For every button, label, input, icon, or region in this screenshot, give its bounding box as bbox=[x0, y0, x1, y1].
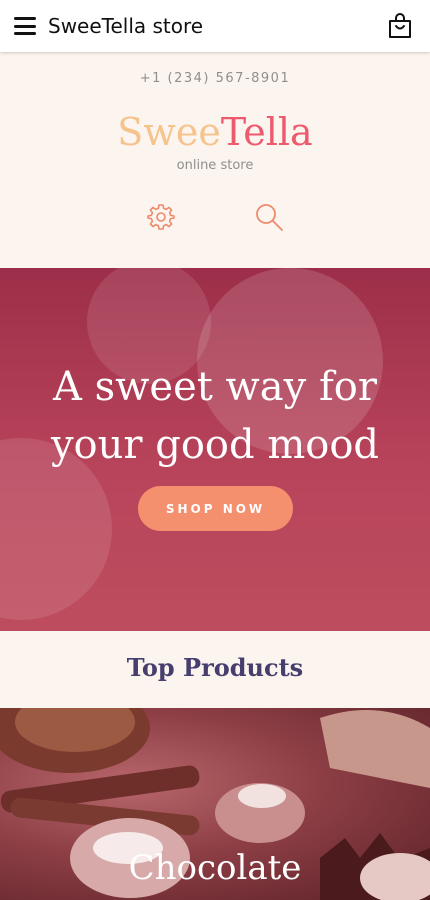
logo-part-2: Tella bbox=[220, 110, 313, 154]
shop-now-button[interactable]: SHOP NOW bbox=[138, 486, 293, 531]
store-logo[interactable]: SweeTella bbox=[0, 109, 430, 155]
logo-part-1: Swee bbox=[117, 110, 221, 154]
category-label: Chocolate bbox=[128, 848, 302, 888]
phone-number[interactable]: +1 (234) 567-8901 bbox=[0, 71, 430, 86]
store-title: SweeTella store bbox=[48, 14, 204, 38]
search-icon[interactable] bbox=[254, 202, 284, 232]
top-products-section: Top Products bbox=[0, 631, 430, 708]
hero-title-line-1: A sweet way for bbox=[53, 364, 377, 410]
gear-icon[interactable] bbox=[146, 202, 176, 232]
hero-banner: A sweet way for your good mood SHOP NOW bbox=[0, 268, 430, 631]
store-header: +1 (234) 567-8901 SweeTella online store bbox=[0, 52, 430, 268]
section-heading: Top Products bbox=[126, 653, 304, 682]
top-app-bar: SweeTella store bbox=[0, 0, 430, 52]
shopping-bag-icon[interactable] bbox=[386, 12, 414, 40]
hero-title-line-2: your good mood bbox=[50, 422, 380, 468]
hero-title: A sweet way for your good mood bbox=[0, 358, 430, 474]
product-category-card[interactable]: Chocolate bbox=[0, 708, 430, 900]
hamburger-menu-icon[interactable] bbox=[14, 17, 36, 35]
store-tagline: online store bbox=[176, 158, 254, 173]
